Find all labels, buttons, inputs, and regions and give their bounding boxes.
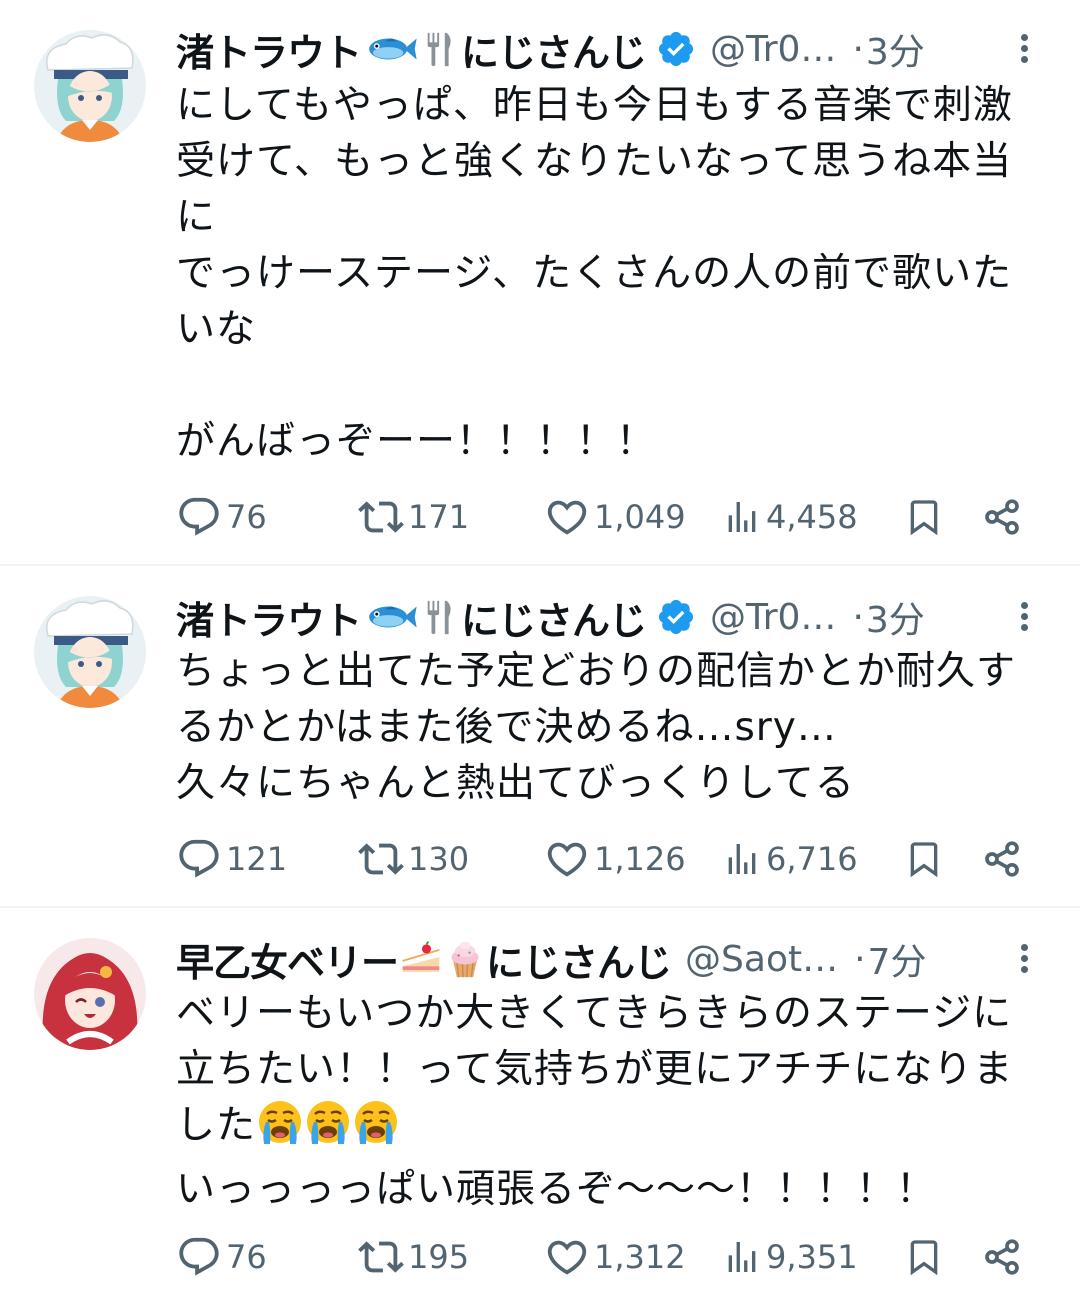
share-icon xyxy=(982,496,1022,538)
reply-icon xyxy=(176,836,222,882)
tweet-actions: 121 130 1,126 6,716 xyxy=(176,834,1036,884)
reply-icon xyxy=(176,1234,222,1280)
reply-button[interactable]: 76 xyxy=(176,1232,267,1282)
reply-button[interactable]: 76 xyxy=(176,492,267,542)
like-count: 1,126 xyxy=(594,840,686,878)
views-icon xyxy=(722,497,762,537)
retweet-count: 171 xyxy=(408,498,470,536)
user-handle[interactable]: @Saot… xyxy=(685,939,838,980)
share-icon xyxy=(982,1236,1022,1278)
fork-knife-emoji xyxy=(422,597,460,637)
verified-badge-icon[interactable] xyxy=(656,29,696,69)
reply-count: 76 xyxy=(226,1238,267,1276)
more-options-icon[interactable] xyxy=(1012,30,1036,70)
bookmark-icon xyxy=(904,496,944,538)
tweet-text: ベリーもいつか大きくてきらきらのステージに 立ちたい！！って気持ちが更にアチチに… xyxy=(176,986,1036,1218)
tweet-3[interactable]: 早乙女ベリー にじさんじ @Saot… · 7分 ベリーもいつか大きくてきらきら… xyxy=(0,908,1080,1304)
retweet-icon xyxy=(358,836,404,882)
views-icon xyxy=(722,1237,762,1277)
reply-count: 121 xyxy=(226,840,288,878)
separator-dot: · xyxy=(852,28,864,70)
heart-icon xyxy=(544,494,590,540)
cupcake-emoji xyxy=(445,938,485,980)
reply-button[interactable]: 121 xyxy=(176,834,287,884)
timestamp[interactable]: 3分 xyxy=(866,591,925,643)
verified-badge-icon[interactable] xyxy=(656,597,696,637)
share-button[interactable] xyxy=(982,492,1026,542)
views-icon xyxy=(722,839,762,879)
retweet-button[interactable]: 130 xyxy=(358,834,469,884)
bookmark-button[interactable] xyxy=(904,834,948,884)
share-icon xyxy=(982,838,1022,880)
tweet-2[interactable]: 渚トラウト にじさんじ @Tr0… · 3分 ちょっと出てた予定どおりの配信かと… xyxy=(0,566,1080,906)
bookmark-icon xyxy=(904,1236,944,1278)
retweet-icon xyxy=(358,1234,404,1280)
timestamp[interactable]: 3分 xyxy=(866,23,925,75)
cake-slice-emoji xyxy=(399,940,443,978)
user-handle[interactable]: @Tr0… xyxy=(710,597,836,638)
display-name[interactable]: 渚トラウト xyxy=(176,22,362,77)
timestamp[interactable]: 7分 xyxy=(868,933,927,985)
views-count: 9,351 xyxy=(766,1238,858,1276)
fish-emoji xyxy=(362,30,420,68)
org-name[interactable]: にじさんじ xyxy=(461,22,647,77)
share-button[interactable] xyxy=(982,1232,1026,1282)
org-name[interactable]: にじさんじ xyxy=(461,590,647,645)
tweet-header: 渚トラウト にじさんじ @Tr0… · 3分 xyxy=(176,22,1036,76)
like-count: 1,049 xyxy=(594,498,686,536)
reply-icon xyxy=(176,494,222,540)
org-name[interactable]: にじさんじ xyxy=(486,932,672,987)
like-button[interactable]: 1,126 xyxy=(544,834,686,884)
tweet-text-part-2: いっっっっぱい頑張るぞ〜〜〜！！！！！ xyxy=(176,1167,937,1212)
retweet-count: 195 xyxy=(408,1238,470,1276)
views-button[interactable]: 4,458 xyxy=(722,492,858,542)
heart-icon xyxy=(544,1234,590,1280)
avatar-nagisa-trout[interactable] xyxy=(34,596,146,708)
fork-knife-emoji xyxy=(422,29,460,69)
more-options-icon[interactable] xyxy=(1012,598,1036,638)
retweet-icon xyxy=(358,494,404,540)
separator-dot: · xyxy=(852,596,864,638)
heart-icon xyxy=(544,836,590,882)
tweet-1[interactable]: 渚トラウト にじさんじ @Tr0… · 3分 にしてもやっぱ、昨日も今日もする音… xyxy=(0,0,1080,564)
retweet-button[interactable]: 195 xyxy=(358,1232,469,1282)
display-name[interactable]: 早乙女ベリー xyxy=(176,932,399,987)
views-count: 4,458 xyxy=(766,498,858,536)
tweet-text: ちょっと出てた予定どおりの配信かとか耐久す るかとかはまた後で決めるね…sry…… xyxy=(176,649,1017,806)
display-name[interactable]: 渚トラウト xyxy=(176,590,362,645)
share-button[interactable] xyxy=(982,834,1026,884)
tweet-header: 早乙女ベリー にじさんじ @Saot… · 7分 xyxy=(176,932,1036,986)
avatar-nagisa-trout[interactable] xyxy=(34,30,146,142)
retweet-button[interactable]: 171 xyxy=(358,492,469,542)
bookmark-button[interactable] xyxy=(904,492,948,542)
views-count: 6,716 xyxy=(766,840,858,878)
reply-count: 76 xyxy=(226,498,267,536)
fish-emoji xyxy=(362,598,420,636)
tweet-header: 渚トラウト にじさんじ @Tr0… · 3分 xyxy=(176,590,1036,644)
bookmark-button[interactable] xyxy=(904,1232,948,1282)
tweet-actions: 76 195 1,312 9,351 xyxy=(176,1232,1036,1282)
retweet-count: 130 xyxy=(408,840,470,878)
tweet-actions: 76 171 1,049 4,458 xyxy=(176,492,1036,542)
crying-face-emoji xyxy=(256,1098,304,1162)
views-button[interactable]: 9,351 xyxy=(722,1232,858,1282)
avatar-saotome-berry[interactable] xyxy=(34,938,146,1050)
bookmark-icon xyxy=(904,838,944,880)
crying-face-emoji xyxy=(304,1098,352,1162)
user-handle[interactable]: @Tr0… xyxy=(710,29,836,70)
like-button[interactable]: 1,049 xyxy=(544,492,686,542)
more-options-icon[interactable] xyxy=(1012,940,1036,980)
tweet-text: にしてもやっぱ、昨日も今日もする音楽で刺激 受けて、もっと強くなりたいなって思う… xyxy=(176,83,1013,464)
like-count: 1,312 xyxy=(594,1238,686,1276)
views-button[interactable]: 6,716 xyxy=(722,834,858,884)
separator-dot: · xyxy=(854,938,866,980)
crying-face-emoji xyxy=(352,1098,400,1162)
like-button[interactable]: 1,312 xyxy=(544,1232,686,1282)
